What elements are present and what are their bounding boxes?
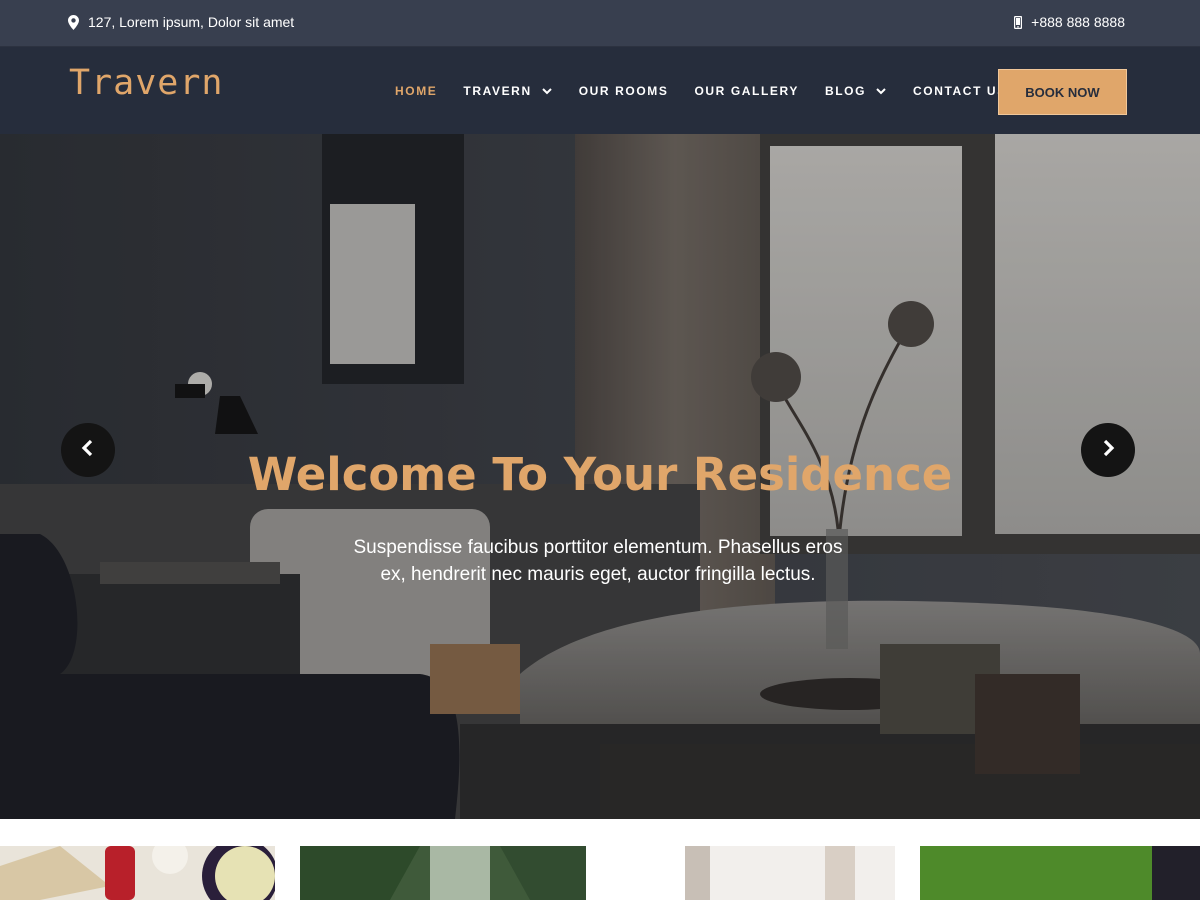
nav-item-our-rooms[interactable]: OUR ROOMS [579,84,669,98]
nav-item-label: TRAVERN [463,84,532,98]
hero-subtitle: Suspendisse faucibus porttitor elementum… [353,537,843,585]
nav-item-contact-us[interactable]: CONTACT US [913,84,1007,98]
nav-item-label: CONTACT US [913,84,1007,98]
nav-item-label: OUR GALLERY [694,84,799,98]
nav-item-label: OUR ROOMS [578,84,669,98]
nav-item-label: BLOG [824,84,867,98]
phone-icon [1014,15,1023,29]
chevron-left-icon [80,438,96,463]
hero-title: Welcome To Your Residence [247,448,953,501]
nav-item-our-gallery[interactable]: OUR GALLERY [694,84,799,98]
main-header: Travern HOME TRAVERN OUR ROOMS OUR GALLE… [0,47,1200,134]
book-now-button[interactable]: BOOK NOW [998,69,1127,115]
nav-item-home[interactable]: HOME [395,84,437,98]
top-info-bar: 127, Lorem ipsum, Dolor sit amet +888 88… [0,0,1200,47]
main-nav: HOME TRAVERN OUR ROOMS OUR GALLERY BLOG … [395,81,1033,101]
phone-text: +888 888 8888 [1031,14,1125,30]
thumbnail-image[interactable] [0,846,275,900]
slider-prev-button[interactable] [61,423,115,477]
site-logo[interactable]: Travern [69,63,224,103]
thumbnail-image[interactable] [300,846,586,900]
nav-item-travern[interactable]: TRAVERN [463,84,552,98]
chevron-right-icon [1100,438,1116,463]
nav-item-blog[interactable]: BLOG [825,84,887,98]
thumbnail-image[interactable] [685,846,895,900]
feature-thumbnails [0,819,1200,900]
thumbnail-image[interactable] [920,846,1200,900]
slider-next-button[interactable] [1081,423,1135,477]
chevron-down-icon [541,85,553,97]
address-text: 127, Lorem ipsum, Dolor sit amet [88,14,295,30]
phone-info[interactable]: +888 888 8888 [1014,14,1125,30]
chevron-down-icon [875,85,887,97]
address-info: 127, Lorem ipsum, Dolor sit amet [68,14,294,30]
map-pin-icon [68,14,79,30]
nav-item-label: HOME [395,84,438,98]
hero-slider: Welcome To Your Residence Suspendisse fa… [0,134,1200,819]
